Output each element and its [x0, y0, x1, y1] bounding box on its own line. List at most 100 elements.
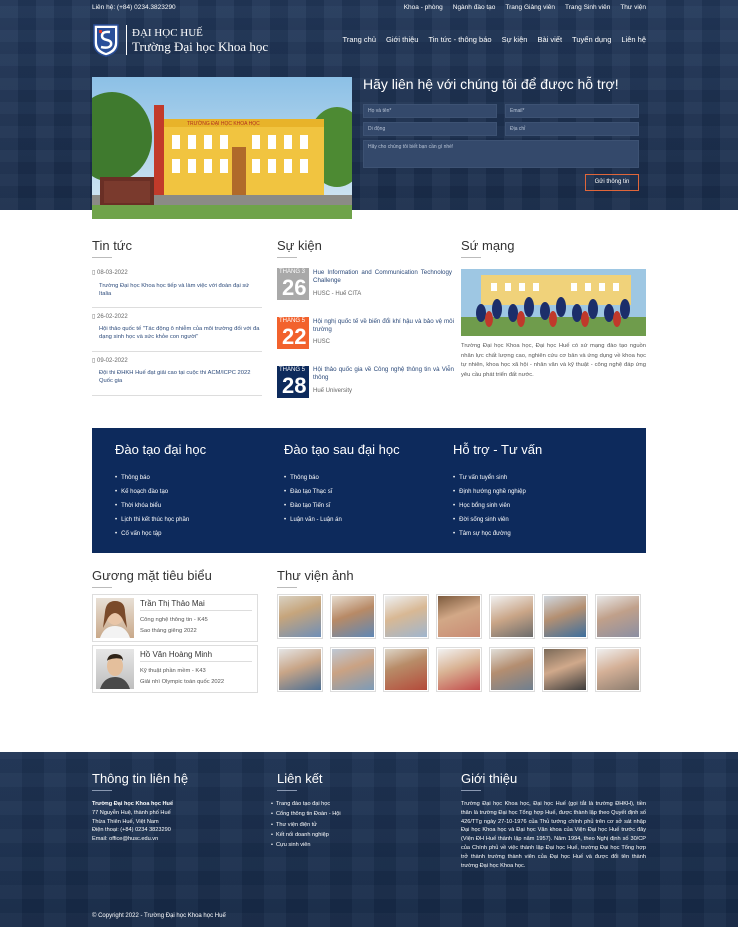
support-list: Tư vấn tuyển sinh Định hướng nghề nghiệp…	[453, 471, 526, 541]
mission-text: Trường Đại học Khoa học, Đại học Huế có …	[461, 343, 646, 378]
event-title-link[interactable]: Hue Information and Communication Techno…	[313, 269, 452, 285]
gallery-thumbnail[interactable]	[595, 594, 641, 639]
news-item-link[interactable]: Trường Đại học Khoa học tiếp và làm việc…	[99, 282, 259, 298]
topbar-phone: Liên hệ: (+84) 0234.3823290	[92, 4, 176, 11]
nav-contact[interactable]: Liên hệ	[621, 35, 646, 44]
footer-link[interactable]: Trang đào tạo đại học	[271, 799, 341, 809]
footer-contact-info: Trường Đại học Khoa học Huế 77 Nguyễn Hu…	[92, 800, 262, 844]
program-link[interactable]: Tâm sự học đường	[453, 527, 526, 541]
event-date-badge: THÁNG 5 28	[277, 366, 309, 398]
program-link[interactable]: Thông báo	[284, 471, 342, 485]
topbar-link-departments[interactable]: Khoa - phòng	[404, 4, 443, 11]
main-nav: Trang chủ Giới thiệu Tin tức - thông báo…	[343, 35, 646, 44]
profile-name: Trần Thị Thảo Mai	[140, 599, 205, 608]
program-link[interactable]: Cố vấn học tập	[115, 527, 189, 541]
profile-card[interactable]: Trần Thị Thảo Mai Công nghệ thông tin - …	[92, 594, 258, 642]
gallery-thumbnail[interactable]	[436, 647, 482, 692]
program-link[interactable]: Luận văn - Luận án	[284, 513, 342, 527]
topbar-link-library[interactable]: Thư viện	[620, 4, 646, 11]
program-link[interactable]: Đào tạo Thạc sĩ	[284, 485, 342, 499]
news-divider	[92, 351, 262, 352]
gallery-thumbnail[interactable]	[489, 594, 535, 639]
copyright: © Copyright 2022 - Trường Đại học Khoa h…	[92, 913, 226, 919]
event-title-link[interactable]: Hội thảo quốc gia về Công nghệ thông tin…	[313, 366, 454, 382]
message-textarea[interactable]: Hãy cho chúng tôi biết bạn cần gì nhé!	[363, 140, 639, 168]
footer-address-line-1: 77 Nguyễn Huệ, thành phố Huế	[92, 809, 171, 816]
gallery-thumbnail[interactable]	[330, 594, 376, 639]
news-date: ▯ 08-03-2022	[92, 270, 128, 276]
program-link[interactable]: Kế hoạch đào tạo	[115, 485, 189, 499]
news-item-link[interactable]: Đội thi ĐHKH Huế đạt giải cao tại cuộc t…	[99, 369, 265, 385]
topbar-link-lecturers[interactable]: Trang Giảng viên	[505, 4, 555, 11]
phone-input[interactable]: Di động	[363, 122, 497, 136]
site-logo[interactable]: ĐẠI HỌC HUẾ Trường Đại học Khoa học	[92, 22, 268, 58]
profile-award: Giải nhì Olympic toán quốc 2022	[140, 679, 225, 685]
program-link[interactable]: Học bổng sinh viên	[453, 499, 526, 513]
footer-school-name: Trường Đại học Khoa học Huế	[92, 801, 174, 807]
profile-card[interactable]: Hồ Văn Hoàng Minh Kỹ thuật phần mềm - K4…	[92, 645, 258, 693]
news-item-link[interactable]: Hội thảo quốc tế "Tác động ô nhiễm của m…	[99, 325, 263, 341]
avatar	[96, 649, 134, 689]
news-date: ▯ 09-02-2022	[92, 358, 128, 364]
event-title-link[interactable]: Hội nghị quốc tế về biến đổi khí hậu và …	[313, 318, 454, 334]
campus-photo: TRƯỜNG ĐẠI HỌC KHOA HỌC	[92, 77, 352, 219]
gallery-thumbnail[interactable]	[489, 647, 535, 692]
calendar-icon: ▯	[92, 270, 96, 276]
gallery-thumbnail[interactable]	[542, 594, 588, 639]
calendar-icon: ▯	[92, 314, 96, 320]
email-input[interactable]: Email*	[505, 104, 639, 118]
event-organizer: Huế University	[313, 388, 353, 394]
program-link[interactable]: Thời khóa biểu	[115, 499, 189, 513]
nav-events[interactable]: Sự kiện	[502, 35, 528, 44]
nav-home[interactable]: Trang chủ	[343, 35, 377, 44]
footer-link[interactable]: Thư viện điện tử	[271, 820, 341, 830]
gallery-thumbnail[interactable]	[436, 594, 482, 639]
program-link[interactable]: Thông báo	[115, 471, 189, 485]
event-organizer: HUSC - Huế CITA	[313, 291, 362, 297]
event-date-badge: THÁNG 3 26	[277, 268, 309, 300]
gallery-thumbnail[interactable]	[277, 594, 323, 639]
undergrad-heading: Đào tạo đại học	[115, 442, 207, 457]
program-link[interactable]: Đào tạo Tiến sĩ	[284, 499, 342, 513]
footer-phone: Điện thoại: (+84) 0234 3823290	[92, 827, 171, 834]
send-button[interactable]: Gửi thông tin	[585, 174, 639, 191]
avatar	[96, 598, 134, 638]
footer-email[interactable]: Email: office@husc.edu.vn	[92, 835, 262, 844]
nav-about[interactable]: Giới thiệu	[386, 35, 418, 44]
contact-title: Hãy liên hệ với chúng tôi để được hỗ trợ…	[363, 76, 619, 92]
footer-link[interactable]: Kết nối doanh nghiệp	[271, 830, 341, 840]
address-input[interactable]: Địa chỉ	[505, 122, 639, 136]
calendar-icon: ▯	[92, 358, 96, 364]
nav-recruitment[interactable]: Tuyển dụng	[572, 35, 611, 44]
footer-link[interactable]: Cổng thông tin Đoàn - Hội	[271, 809, 341, 819]
profile-major: Kỹ thuật phần mềm - K43	[140, 668, 206, 674]
university-shield-icon	[93, 24, 119, 57]
events-heading: Sự kiện	[277, 238, 322, 258]
logo-line-1: ĐẠI HỌC HUẾ	[132, 26, 203, 39]
gallery-thumbnail[interactable]	[277, 647, 323, 692]
topbar-link-students[interactable]: Trang Sinh viên	[565, 4, 610, 11]
mission-heading: Sứ mạng	[461, 238, 515, 258]
program-link[interactable]: Định hướng nghề nghiệp	[453, 485, 526, 499]
gallery-thumbnail[interactable]	[383, 647, 429, 692]
topbar-link-majors[interactable]: Ngành đào tạo	[453, 4, 496, 11]
program-link[interactable]: Tư vấn tuyển sinh	[453, 471, 526, 485]
name-input[interactable]: Họ và tên*	[363, 104, 497, 118]
event-organizer: HUSC	[313, 339, 331, 345]
profile-name: Hồ Văn Hoàng Minh	[140, 650, 213, 659]
gallery-heading: Thư viện ảnh	[277, 568, 354, 588]
gallery-thumbnail[interactable]	[330, 647, 376, 692]
profile-divider	[140, 661, 252, 662]
program-link[interactable]: Lịch thi kết thúc học phần	[115, 513, 189, 527]
program-link[interactable]: Đời sống sinh viên	[453, 513, 526, 527]
gallery-thumbnail[interactable]	[595, 647, 641, 692]
footer-link[interactable]: Cựu sinh viên	[271, 840, 341, 850]
profile-award: Sao tháng giêng 2022	[140, 628, 197, 634]
gallery-thumbnail[interactable]	[383, 594, 429, 639]
nav-news[interactable]: Tin tức - thông báo	[428, 35, 491, 44]
campus-sign: TRƯỜNG ĐẠI HỌC KHOA HỌC	[187, 121, 260, 127]
support-heading: Hỗ trợ - Tư vấn	[453, 442, 543, 457]
gallery-thumbnail[interactable]	[542, 647, 588, 692]
faces-heading: Gương mặt tiêu biểu	[92, 568, 212, 588]
nav-articles[interactable]: Bài viết	[537, 35, 562, 44]
